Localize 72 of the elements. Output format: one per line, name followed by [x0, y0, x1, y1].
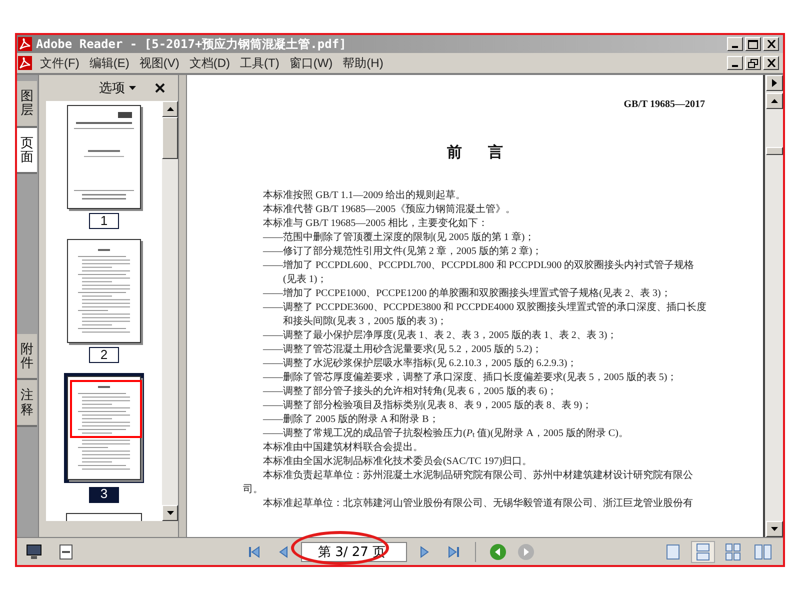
scroll-up-icon — [771, 99, 778, 103]
page-layout-icon — [724, 542, 742, 560]
viewport-frame[interactable] — [70, 380, 142, 438]
back-button[interactable] — [488, 542, 508, 562]
document-heading: 前 言 — [446, 143, 504, 163]
left-triangle-icon — [248, 544, 262, 558]
body-paragraph: ——范围中删除了管顶覆土深度的限制(见 2005 版的第 1 章)； — [262, 230, 536, 244]
document-icon — [18, 56, 32, 70]
scrollbar-thumb[interactable] — [162, 117, 178, 159]
body-paragraph: ——调整了常规工况的成品管子抗裂检验压力(P$_{t}$ 值)(见附录 A，2005 版的附录 C)。 — [262, 426, 630, 440]
maximize-button[interactable] — [745, 37, 761, 51]
menu-item[interactable]: 文件(F) — [40, 54, 80, 72]
body-paragraph: 本标准由中国建筑材料联合会提出。 — [262, 440, 424, 454]
expand-pane-icon — [772, 79, 777, 87]
page-layout-button[interactable] — [691, 540, 715, 562]
side-tab[interactable]: 图层 — [17, 81, 37, 128]
minimize-button[interactable] — [727, 56, 743, 70]
monitor-icon[interactable] — [25, 542, 43, 560]
body-paragraph: ——调整了部分检验项目及指标类别(见表 8、表 9，2005 版的表 8、表 9)； — [262, 398, 594, 412]
close-button[interactable] — [763, 37, 779, 51]
scrollbar-thumb[interactable] — [766, 147, 783, 155]
side-tab[interactable]: 注释 — [17, 380, 37, 427]
body-paragraph: ——删除了管芯厚度偏差要求，调整了承口深度、插口长度偏差要求(见表 5，2005 版的表 5)； — [262, 370, 678, 384]
minimize-button[interactable] — [727, 37, 743, 51]
body-paragraph: 本标准按照 GB/T 1.1—2009 给出的规则起草。 — [262, 188, 467, 202]
menu-item[interactable]: 编辑(E) — [89, 54, 130, 72]
maximize-icon — [748, 40, 758, 48]
body-paragraph: 本标准起草单位：北京韩建河山管业股份有限公司、无锡华毅管道有限公司、浙江巨龙管业股份有 — [262, 496, 694, 510]
page-header: GB/T 19685—2017 — [622, 98, 706, 112]
side-tab[interactable]: 页面 — [17, 128, 37, 174]
page-layout-icon — [754, 542, 772, 560]
page-number-label: 3 — [89, 487, 119, 503]
vertical-scrollbar[interactable] — [765, 75, 783, 537]
body-paragraph: ——删除了 2005 版的附录 A 和附录 B； — [262, 412, 440, 426]
close-icon — [766, 40, 776, 48]
menu-item[interactable]: 工具(T) — [240, 54, 280, 72]
vertical-scrollbar[interactable] — [162, 101, 178, 521]
body-paragraph: 本标准由全国水泥制品标准化技术委员会(SAC/TC 197)归口。 — [262, 454, 534, 468]
body-paragraph: 本标准负责起草单位：苏州混凝土水泥制品研究院有限公司、苏州中材建筑建材设计研究院有限公司。 — [243, 468, 694, 496]
body-paragraph: ——调整了最小保护层净厚度(见表 1、表 2、表 3，2005 版的表 1、表 2、表 3)； — [262, 328, 618, 342]
scroll-up-icon — [166, 107, 174, 111]
body-paragraph: ——增加了 PCCPDL600、PCCPDL700、PCCPDL800 和 PCCPDL900 的双胶圈接头内衬式管子规格(见表 1)； — [262, 258, 696, 286]
side-tab[interactable]: 附件 — [17, 334, 37, 380]
body-paragraph: ——调整了 PCCPDE3600、PCCPDE3800 和 PCCPDE4000 双胶圈接头埋置式管的承口深度、插口长度和接头间隙(见表 3，2005 版的表 3)； — [262, 300, 707, 328]
menu-item[interactable]: 帮助(H) — [342, 54, 384, 72]
body-paragraph: ——调整了水泥砂浆保护层吸水率指标(见 6.2.10.3，2005 版的 6.2.9.3)； — [262, 356, 578, 370]
right-triangle-icon — [446, 544, 460, 558]
body-paragraph: ——增加了 PCCPE1000、PCCPE1200 的单胶圈和双胶圈接头埋置式管子规格(见表 2、表 3)； — [262, 286, 672, 300]
body-paragraph: ——调整了管芯混凝土用砂含泥量要求(见 5.2，2005 版的 5.2)； — [262, 342, 544, 356]
body-paragraph: 本标准代替 GB/T 19685—2005《预应力钢筒混凝土管》。 — [262, 202, 517, 216]
close-button[interactable] — [763, 56, 779, 70]
restore-button[interactable] — [745, 56, 761, 70]
caret-icon — [129, 86, 136, 90]
body-paragraph: ——修订了部分规范性引用文件(见第 2 章，2005 版的第 2 章)； — [262, 244, 544, 258]
page-layout-icon — [694, 542, 712, 560]
restore-icon — [748, 58, 758, 68]
options-menu-button[interactable]: 选项 — [99, 78, 136, 98]
menu-item[interactable]: 窗口(W) — [289, 54, 333, 72]
scroll-down-icon — [166, 511, 174, 515]
scroll-down-icon — [771, 527, 778, 531]
body-paragraph: 本标准与 GB/T 19685—2005 相比，主要变化如下： — [262, 216, 490, 230]
page-number-label: 1 — [89, 213, 119, 229]
page-icon[interactable] — [57, 542, 75, 560]
body-paragraph: ——调整了部分管子接头的允许相对转角(见表 6，2005 版的表 6)； — [262, 384, 558, 398]
page-layout-icon — [664, 542, 682, 560]
menu-item[interactable]: 文档(D) — [189, 54, 230, 72]
close-panel-button[interactable] — [154, 82, 166, 94]
window-title: Adobe Reader - [5-2017+预应力钢筒混凝土管.pdf] — [36, 36, 348, 53]
menu-item[interactable]: 视图(V) — [139, 54, 180, 72]
page-number-label: 2 — [89, 347, 119, 363]
app-logo-icon — [18, 37, 32, 51]
close-icon — [766, 59, 776, 67]
